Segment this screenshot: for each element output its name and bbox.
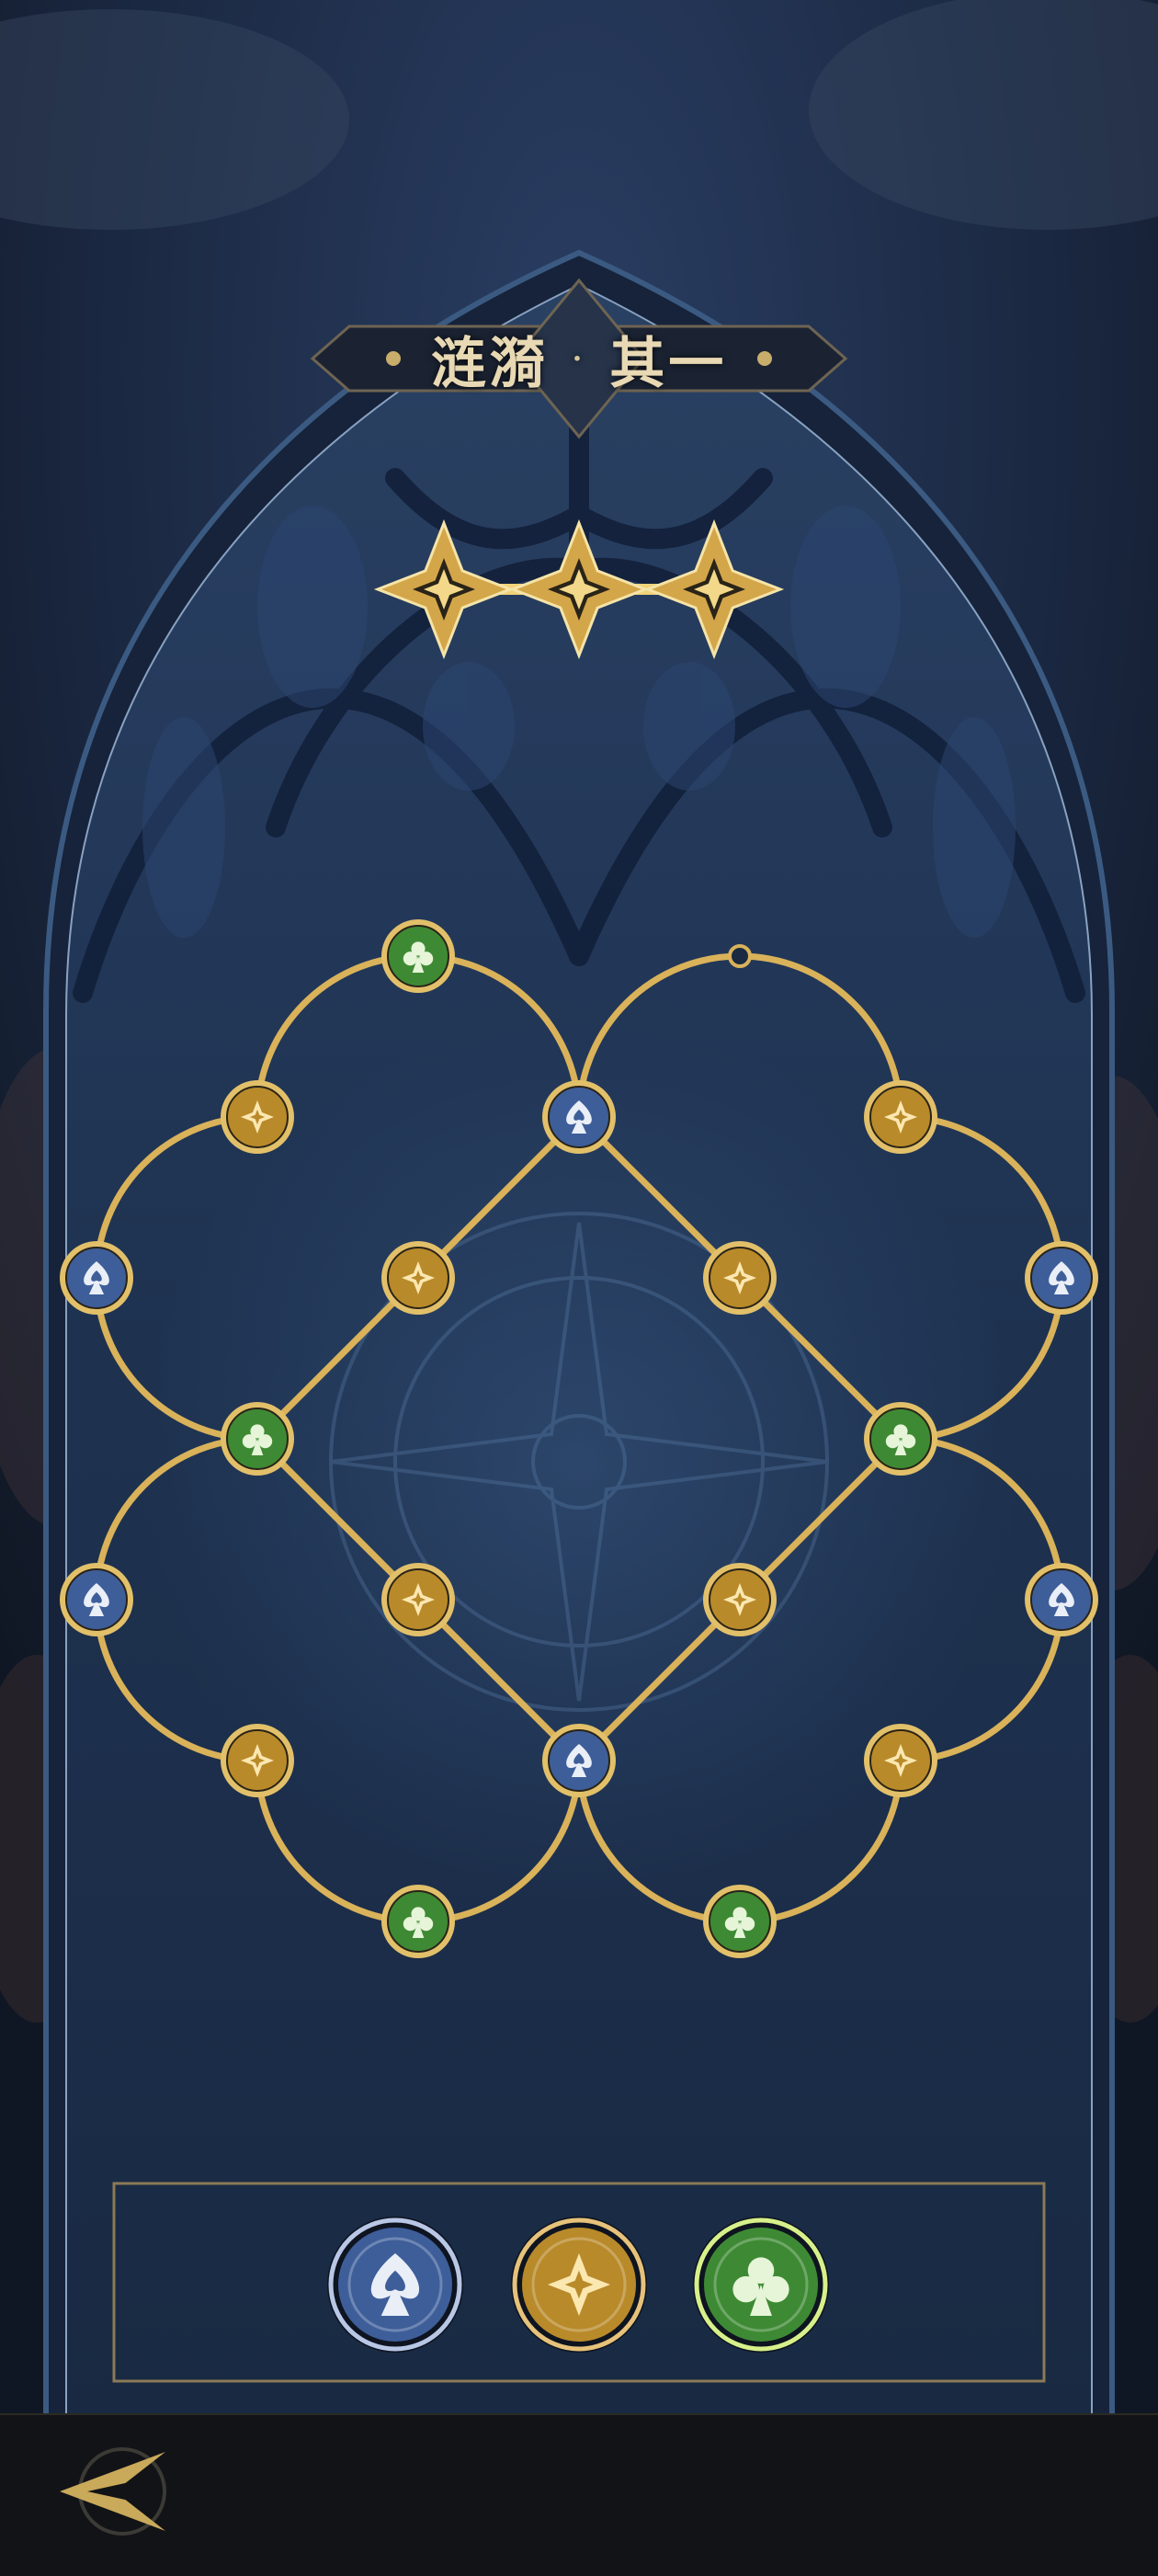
board-nodes [60,919,1098,1958]
board-node-spade[interactable] [60,1241,133,1315]
title-separator: · [572,342,586,375]
back-button[interactable] [51,2441,179,2542]
board-node-diamond[interactable] [703,1563,777,1636]
board-node-club[interactable] [864,1402,937,1476]
board-node-spade[interactable] [1025,1241,1098,1315]
board-node-diamond[interactable] [221,1080,294,1154]
progress-star [508,519,650,660]
board-node-diamond[interactable] [864,1080,937,1154]
title-right: 其一 [609,331,728,396]
title-left: 涟漪 [430,331,549,396]
board-node-club[interactable] [221,1402,294,1476]
board-node-diamond[interactable] [381,1241,455,1315]
level-title-text: 涟漪 · 其一 [331,313,827,405]
board-node-club[interactable] [381,919,455,993]
board-edge [575,952,904,1118]
board-node-club[interactable] [381,1885,455,1958]
tray-piece-spade[interactable] [327,2217,463,2353]
board-node-spade[interactable] [60,1563,133,1636]
board-node-diamond[interactable] [221,1724,294,1797]
tray-piece-diamond[interactable] [511,2217,647,2353]
level-title: 涟漪 · 其一 [331,313,827,405]
board-node-spade[interactable] [1025,1563,1098,1636]
progress-stars [373,519,785,660]
progress-star [373,519,515,660]
empty-socket[interactable] [728,944,752,968]
board-node-diamond[interactable] [864,1724,937,1797]
board-node-spade[interactable] [542,1080,616,1154]
board-node-diamond[interactable] [703,1241,777,1315]
tray-piece-club[interactable] [693,2217,829,2353]
piece-tray [327,2217,829,2353]
board-node-diamond[interactable] [381,1563,455,1636]
board-node-spade[interactable] [542,1724,616,1797]
progress-star [643,519,785,660]
board-node-club[interactable] [703,1885,777,1958]
back-arrow-icon [60,2447,166,2536]
